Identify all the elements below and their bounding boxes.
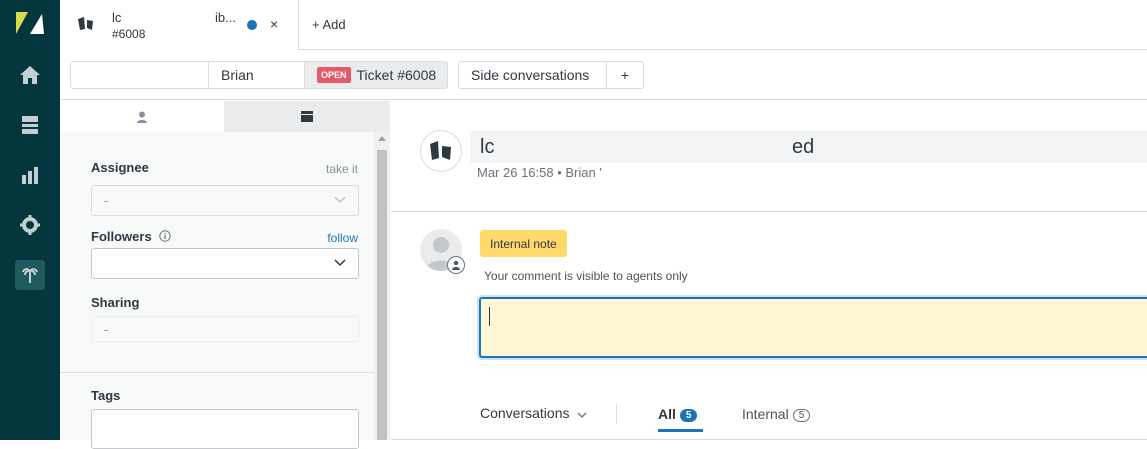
breadcrumb-requester[interactable]: Brian: [208, 61, 305, 89]
ticket-properties-panel: Assignee take it - Followers follow Shar…: [60, 101, 390, 449]
followers-select[interactable]: [91, 248, 359, 279]
reporting-icon[interactable]: [15, 160, 45, 190]
gear-icon[interactable]: [15, 210, 45, 240]
add-tab-label: Add: [322, 17, 346, 32]
chevron-down-icon: [334, 259, 346, 267]
follow-link[interactable]: follow: [327, 231, 358, 245]
ticket-tab-title-suffix: ib...: [215, 10, 236, 25]
tabs-separator: [616, 404, 617, 424]
add-side-conversation-button[interactable]: +: [606, 61, 644, 89]
tab-internal-count: 5: [792, 409, 811, 422]
side-conversations-button[interactable]: Side conversations: [458, 61, 607, 89]
chevron-down-icon: [334, 196, 346, 204]
scrollbar-thumb[interactable]: [377, 150, 387, 440]
breadcrumb-ticket[interactable]: OPEN Ticket #6008: [304, 61, 448, 89]
scroll-up-icon[interactable]: [378, 136, 386, 141]
ticket-tab-title: lс: [112, 10, 122, 25]
chevron-down-icon: [577, 412, 587, 418]
subject-text-end: ed: [792, 135, 815, 158]
active-tab-indicator: [658, 429, 703, 432]
sharing-label: Sharing: [91, 295, 140, 310]
add-tab-button[interactable]: + Add: [312, 17, 346, 32]
visibility-hint: Your comment is visible to agents only: [484, 269, 688, 283]
unsaved-dot: [247, 20, 257, 30]
close-icon[interactable]: ×: [270, 16, 278, 32]
tab-user[interactable]: [60, 101, 224, 132]
assignee-label: Assignee: [91, 160, 149, 175]
header-divider: [391, 211, 1147, 212]
ticket-tab[interactable]: lс ib... #6008 ×: [60, 0, 299, 50]
conversations-dropdown[interactable]: Conversations: [480, 405, 587, 421]
ticket-tab-number: #6008: [112, 27, 146, 41]
sidebar-scrollbar[interactable]: [374, 132, 390, 440]
assignee-value: -: [104, 193, 109, 208]
brand-avatar: [420, 130, 462, 172]
followers-label-text: Followers: [91, 229, 152, 244]
tab-internal-label: Internal: [742, 406, 789, 422]
properties-icon: [301, 111, 313, 122]
home-icon[interactable]: [15, 60, 45, 90]
breadcrumb-ticket-label: Ticket #6008: [356, 67, 437, 83]
sidebar-divider: [60, 372, 374, 373]
text-caret: [489, 307, 490, 326]
tab-all-count: 5: [679, 409, 698, 422]
status-badge: OPEN: [317, 67, 351, 83]
info-icon[interactable]: [159, 230, 172, 242]
conversations-dropdown-label: Conversations: [480, 405, 570, 421]
sharing-value: -: [104, 321, 109, 337]
user-icon: [137, 111, 147, 123]
product-nav: [0, 0, 60, 440]
tags-input[interactable]: [91, 409, 359, 449]
tab-ticket-properties[interactable]: [224, 101, 390, 132]
internal-note-toggle[interactable]: Internal note: [480, 230, 567, 257]
conversation-tabs: Conversations All 5 Internal 5: [391, 397, 1147, 440]
zendesk-logo[interactable]: [16, 12, 44, 36]
agent-badge-icon: [447, 256, 465, 274]
tab-all[interactable]: All 5: [658, 406, 698, 422]
followers-label: Followers: [91, 229, 172, 244]
ticket-subject[interactable]: lc ed: [470, 131, 1147, 163]
comment-input[interactable]: [479, 297, 1147, 358]
subject-text: lc: [480, 135, 495, 158]
views-icon[interactable]: [15, 110, 45, 140]
tags-label: Tags: [91, 388, 121, 403]
ticket-main: lc ed Mar 26 16:58 • Brian ' Internal no…: [391, 101, 1147, 440]
tab-internal[interactable]: Internal 5: [742, 406, 811, 422]
plus-icon: +: [312, 17, 320, 32]
sharing-select[interactable]: -: [91, 316, 359, 342]
ticket-meta: Mar 26 16:58 • Brian ': [477, 165, 602, 180]
tab-bar: lс ib... #6008 × + Add: [60, 0, 1147, 50]
ticket-tab-icon: [78, 17, 94, 36]
assignee-select[interactable]: -: [91, 185, 359, 216]
take-it-link[interactable]: take it: [326, 162, 358, 176]
sidebar-tabs: [60, 101, 390, 132]
tab-all-label: All: [658, 406, 676, 422]
apps-icon[interactable]: [15, 260, 45, 290]
breadcrumb: Brian OPEN Ticket #6008 Side conversatio…: [60, 50, 1147, 100]
breadcrumb-organization[interactable]: [70, 61, 209, 89]
